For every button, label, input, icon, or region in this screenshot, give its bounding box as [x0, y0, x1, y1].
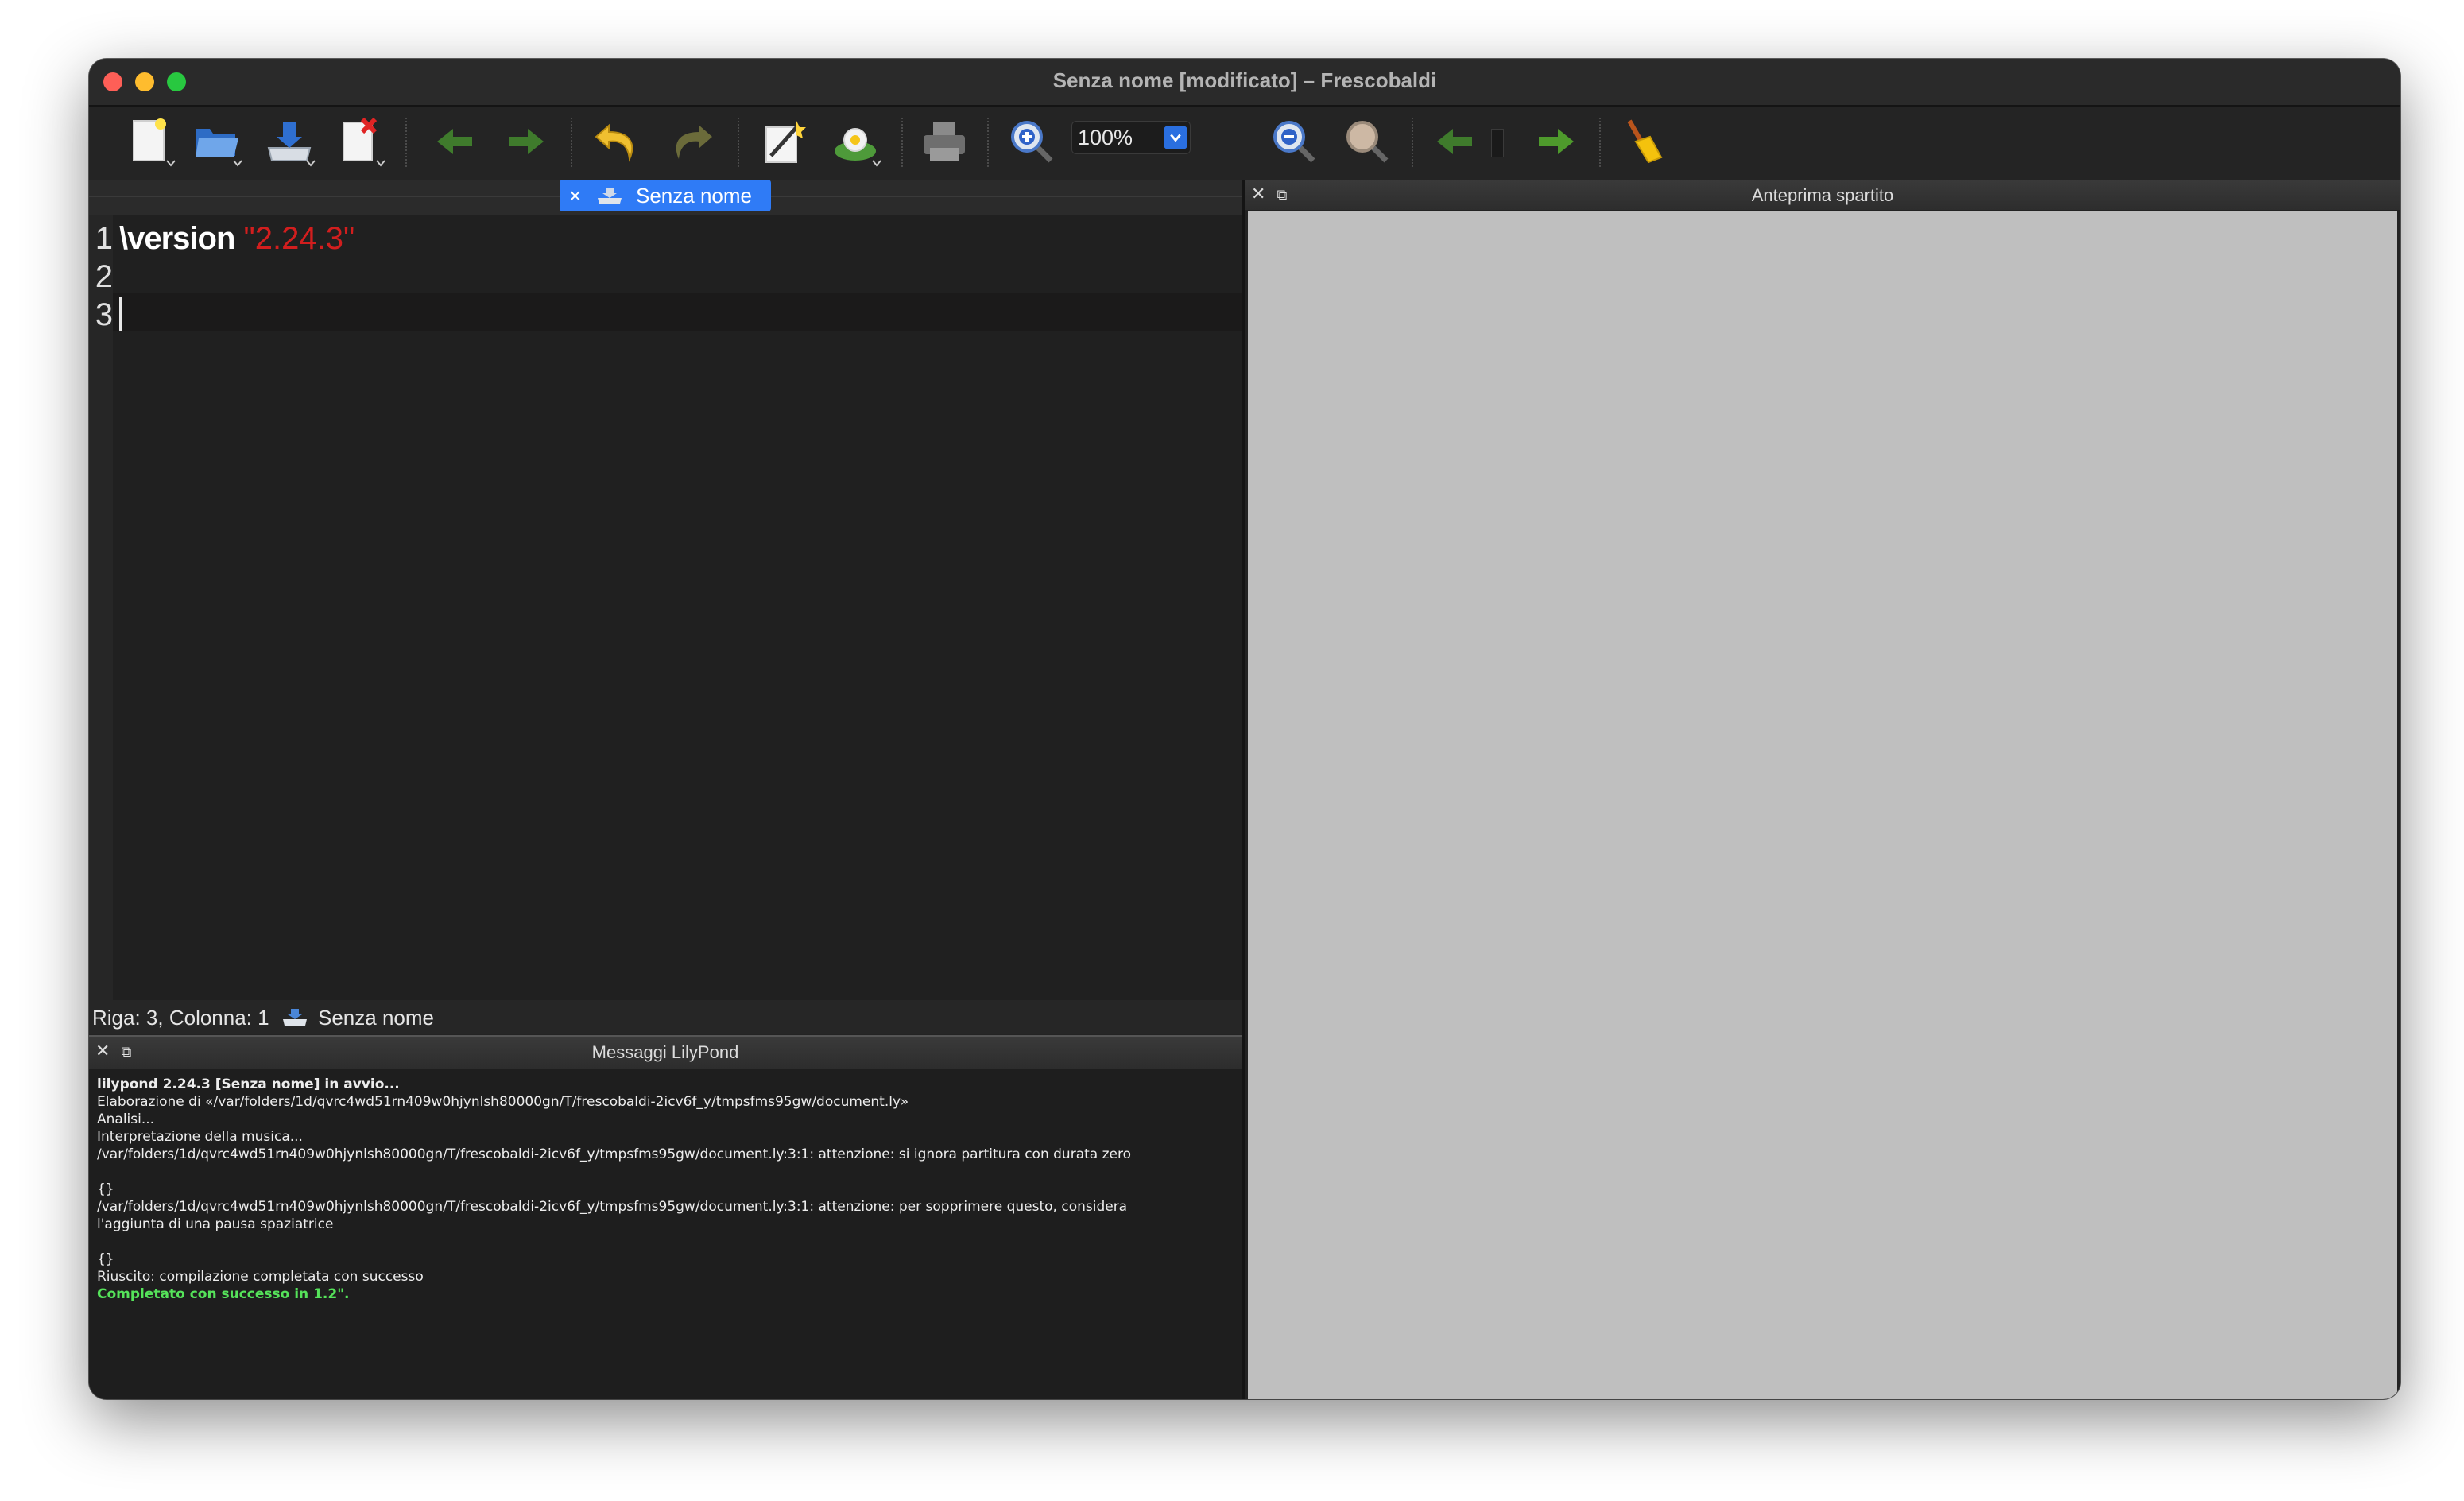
- title-bar: Senza nome [modificato] – Frescobaldi: [89, 59, 2400, 107]
- code-line: \version "2.24.3": [119, 221, 354, 257]
- status-document-name: Senza nome: [318, 1006, 434, 1030]
- zoom-out-button[interactable]: [1265, 113, 1323, 170]
- code-keyword: \version: [119, 221, 235, 256]
- print-icon: [924, 122, 965, 161]
- document-icon: [283, 1009, 307, 1026]
- arrow-right-icon: [509, 129, 544, 154]
- main-toolbar: [89, 107, 2400, 180]
- code-editor[interactable]: 1 2 3 \version "2.24.3": [89, 215, 1242, 1000]
- document-tab-bar: × Senza nome: [89, 180, 1242, 215]
- app-window: Senza nome [modificato] – Frescobaldi 10…: [89, 59, 2400, 1399]
- clear-log-button[interactable]: [1614, 113, 1671, 170]
- tab-close-icon[interactable]: ×: [569, 184, 588, 208]
- status-bar: Riga: 3, Colonna: 1 Senza nome: [89, 1000, 1242, 1034]
- messages-panel-header: ✕ ⧉ Messaggi LilyPond: [89, 1035, 1242, 1069]
- log-line: /var/folders/1d/qvrc4wd51rn409w0hjynlsh8…: [97, 1199, 1128, 1215]
- zoom-out-icon: [1273, 121, 1315, 163]
- tab-label: Senza nome: [636, 183, 752, 208]
- previous-page-button[interactable]: [1426, 113, 1483, 170]
- code-string: "2.24.3": [243, 221, 355, 256]
- preview-panel-title: Anteprima spartito: [1751, 185, 1894, 205]
- document-icon: [598, 188, 622, 204]
- music-preview-area[interactable]: [1248, 211, 2397, 1399]
- preview-panel-header: ✕ ⧉ Anteprima spartito: [1245, 180, 2400, 210]
- chevron-down-icon[interactable]: [1164, 126, 1187, 149]
- undo-icon: [595, 123, 633, 162]
- arrow-right-icon: [1539, 129, 1574, 154]
- broom-icon: [1627, 119, 1663, 164]
- log-line: Elaborazione di «/var/folders/1d/qvrc4wd…: [97, 1094, 909, 1110]
- arrow-left-icon: [1437, 129, 1472, 154]
- print-button[interactable]: [916, 113, 973, 170]
- log-line: Interpretazione della musica...: [97, 1129, 303, 1145]
- next-page-button[interactable]: [1528, 113, 1585, 170]
- panel-splitter[interactable]: [1242, 180, 1245, 1399]
- document-tab[interactable]: × Senza nome: [560, 180, 771, 211]
- line-number: 2: [95, 259, 113, 294]
- edit-wand-icon: [765, 121, 806, 163]
- window-title: Senza nome [modificato] – Frescobaldi: [1052, 68, 1437, 92]
- undo-button[interactable]: [588, 113, 645, 170]
- log-line: l'aggiunta di una pausa spaziatrice: [97, 1216, 334, 1232]
- messages-panel-title: Messaggi LilyPond: [591, 1042, 739, 1062]
- line-number: 1: [95, 221, 113, 256]
- redo-button[interactable]: [663, 113, 720, 170]
- current-line-highlight: [113, 293, 1242, 331]
- messages-log[interactable]: lilypond 2.24.3 [Senza nome] in avvio...…: [89, 1069, 1242, 1399]
- log-line: Analisi...: [97, 1111, 155, 1127]
- cursor-position: Riga: 3, Colonna: 1: [92, 1006, 269, 1030]
- log-line: {}: [97, 1181, 114, 1197]
- zoom-value: 100%: [1078, 126, 1133, 149]
- snippets-button[interactable]: [755, 113, 812, 170]
- zoom-in-button[interactable]: [1003, 113, 1060, 170]
- log-line: Riuscito: compilazione completata con su…: [97, 1269, 424, 1285]
- zoom-select[interactable]: 100%: [1071, 121, 1191, 154]
- zoom-in-icon: [1011, 121, 1053, 163]
- log-line-success: Completato con successo in 1.2".: [97, 1286, 350, 1302]
- lilypond-engrave-button[interactable]: [827, 113, 884, 170]
- save-button[interactable]: [261, 113, 318, 170]
- new-document-button[interactable]: [121, 113, 178, 170]
- open-button[interactable]: [188, 113, 245, 170]
- line-number: 3: [95, 297, 113, 332]
- close-document-button[interactable]: [331, 113, 388, 170]
- arrow-left-icon: [437, 129, 472, 154]
- back-button[interactable]: [426, 113, 483, 170]
- magnifier-icon: [1346, 121, 1389, 163]
- text-cursor: [119, 297, 122, 331]
- log-line: {}: [97, 1251, 114, 1267]
- redo-icon: [676, 126, 712, 159]
- zoom-original-button[interactable]: [1339, 113, 1396, 170]
- forward-button[interactable]: [498, 113, 555, 170]
- log-line: lilypond 2.24.3 [Senza nome] in avvio...: [97, 1076, 400, 1092]
- log-line: /var/folders/1d/qvrc4wd51rn409w0hjynlsh8…: [97, 1146, 1131, 1162]
